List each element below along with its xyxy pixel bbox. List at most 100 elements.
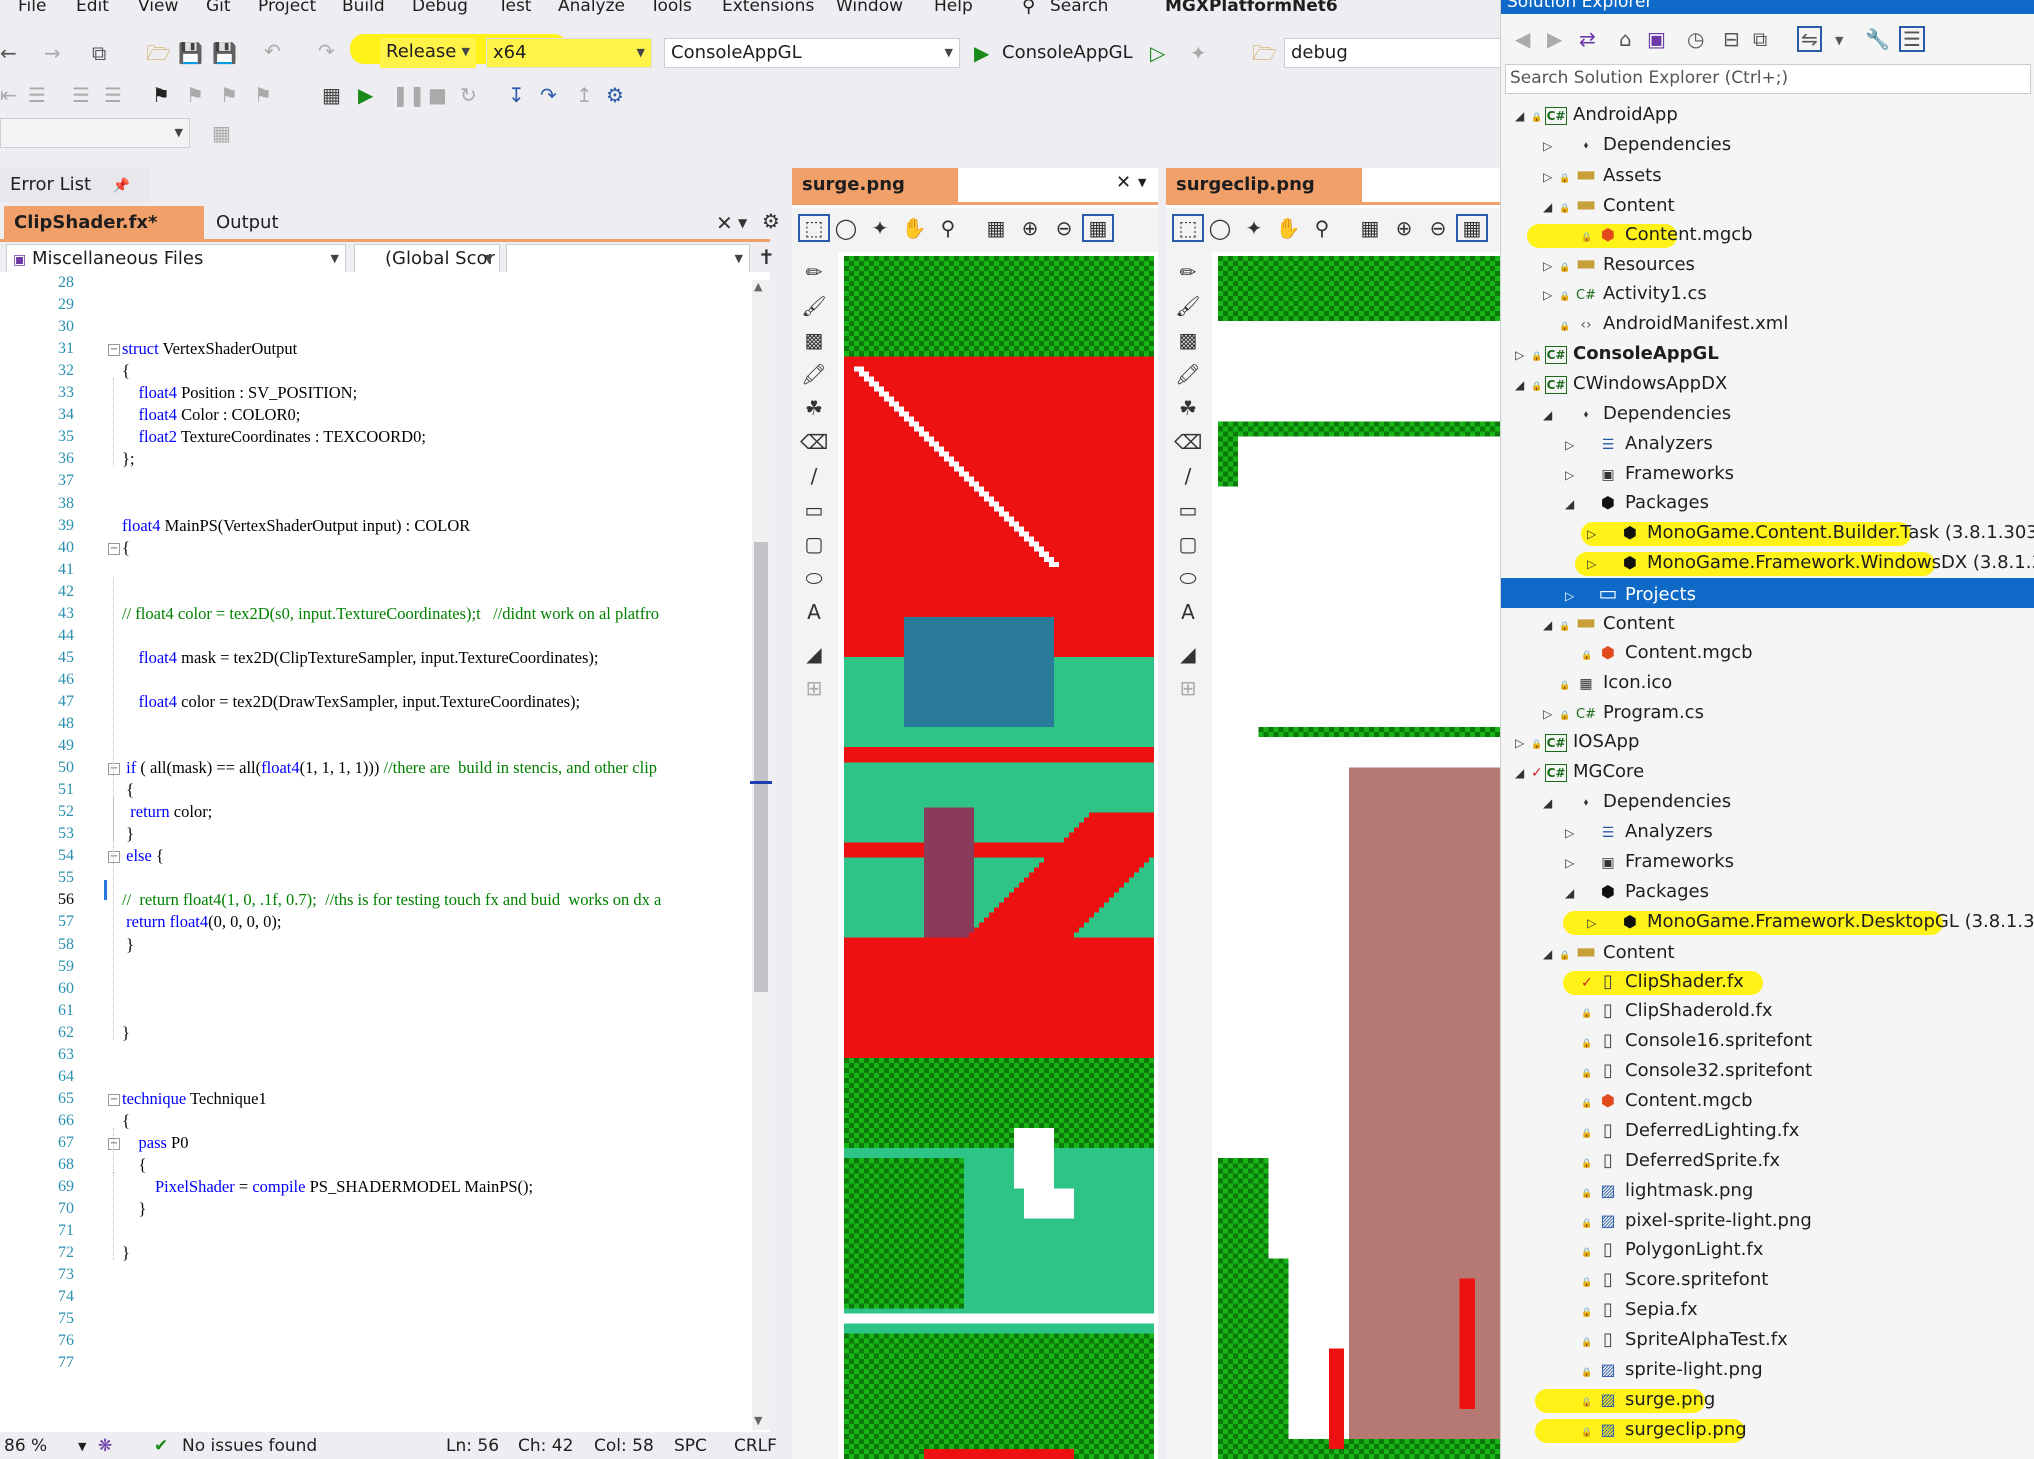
crop-icon[interactable]: ⊞: [800, 676, 828, 700]
tree-node[interactable]: ◢ ⬪ Dependencies: [1501, 787, 2034, 817]
code-line[interactable]: technique Technique1: [122, 1089, 267, 1109]
flip-icon[interactable]: ◢: [1174, 642, 1202, 666]
code-line[interactable]: }: [122, 935, 134, 955]
zoom-fit-icon[interactable]: ▦: [1356, 216, 1384, 240]
scroll-down-icon[interactable]: ▼: [754, 1414, 762, 1427]
home-icon[interactable]: ⌂: [1619, 28, 1632, 50]
collapsed-chevron-icon[interactable]: ▷: [1587, 519, 1603, 549]
line-icon[interactable]: /: [800, 464, 828, 488]
next-bookmark-icon[interactable]: ⚑: [220, 84, 238, 106]
zoom-icon[interactable]: ⚲: [1308, 216, 1336, 240]
tree-node[interactable]: ✓ ▯ ClipShader.fx: [1501, 967, 2034, 997]
code-line[interactable]: }: [122, 1199, 147, 1219]
tree-node[interactable]: 🔒 ▯ ClipShaderold.fx: [1501, 996, 2034, 1026]
tree-node[interactable]: ◢ 🔒 C# AndroidApp: [1501, 100, 2034, 130]
clear-bookmarks-icon[interactable]: ⚑: [254, 84, 272, 106]
menu-item-view[interactable]: View: [138, 0, 178, 16]
menu-item-debug[interactable]: Debug: [412, 0, 468, 16]
eraser-icon[interactable]: ⌫: [800, 430, 828, 454]
close-icon[interactable]: ✕: [1116, 172, 1131, 193]
expanded-chevron-icon[interactable]: ◢: [1543, 939, 1559, 969]
zoom-level[interactable]: 86 %: [4, 1436, 47, 1456]
back-icon[interactable]: ←: [0, 42, 17, 64]
tree-node[interactable]: ◢ ⬢ Packages: [1501, 877, 2034, 907]
tree-node[interactable]: 🔒 ⬢ Content.mgcb: [1501, 220, 2034, 250]
tree-node[interactable]: ▷ ⬪ Dependencies: [1501, 130, 2034, 160]
start-debugging-button[interactable]: ConsoleAppGL: [1002, 42, 1133, 63]
stop-icon[interactable]: ■: [428, 84, 447, 106]
eraser-icon[interactable]: ⌫: [1174, 430, 1202, 454]
brush-icon[interactable]: 🖌: [1174, 294, 1202, 318]
tree-node[interactable]: 🔒 ▨ pixel-sprite-light.png: [1501, 1206, 2034, 1236]
properties-icon[interactable]: 🔧: [1865, 28, 1890, 50]
tree-node[interactable]: ◢ ⬪ Dependencies: [1501, 399, 2034, 429]
split-editor-icon[interactable]: ✝: [758, 246, 775, 268]
pencil-icon[interactable]: ✏: [800, 260, 828, 284]
code-line[interactable]: float4 Position : SV_POSITION;: [122, 383, 358, 403]
tab-surgeclip-png[interactable]: surgeclip.png: [1166, 168, 1362, 202]
collapsed-chevron-icon[interactable]: ▷: [1543, 699, 1559, 729]
hot-reload-icon[interactable]: ✦: [1190, 42, 1207, 64]
layout-icon[interactable]: ▦: [212, 122, 231, 144]
grid-icon[interactable]: ▦: [1082, 214, 1114, 242]
breakpoint-window-icon[interactable]: ▦: [322, 84, 341, 106]
crop-icon[interactable]: ⊞: [1174, 676, 1202, 700]
chevron-down-icon[interactable]: ▼: [738, 212, 747, 234]
tree-node[interactable]: ▷ 🔒 C# Program.cs: [1501, 698, 2034, 728]
code-line[interactable]: float4 color = tex2D(DrawTexSampler, inp…: [122, 692, 581, 712]
rounded-rectangle-icon[interactable]: ▢: [800, 532, 828, 556]
menu-item-test[interactable]: Test: [498, 0, 531, 16]
brush-icon[interactable]: 🖌: [800, 294, 828, 318]
tree-node[interactable]: 🔒 ▨ surge.png: [1501, 1385, 2034, 1415]
tree-node[interactable]: ▷ ⬢ MonoGame.Framework.DesktopGL (3.8.1.30…: [1501, 907, 2034, 937]
expanded-chevron-icon[interactable]: ◢: [1543, 192, 1559, 222]
eyedropper-icon[interactable]: 🖍: [1174, 362, 1202, 386]
zoom-icon[interactable]: ⚲: [934, 216, 962, 240]
tree-node[interactable]: ▷ ▣ Frameworks: [1501, 847, 2034, 877]
tree-node[interactable]: ▷ ⬢ MonoGame.Content.Builder.Task (3.8.1.3…: [1501, 518, 2034, 548]
tree-node[interactable]: ◢ 🔒 ▬ Content: [1501, 190, 2034, 220]
tree-node[interactable]: ▷ 🔒 ▬ Resources: [1501, 249, 2034, 279]
comment-icon[interactable]: ☰: [72, 84, 90, 106]
menu-item-extensions[interactable]: Extensions: [722, 0, 814, 16]
expanded-chevron-icon[interactable]: ◢: [1565, 489, 1581, 519]
fold-toggle-icon[interactable]: −: [108, 851, 120, 864]
step-out-icon[interactable]: ↥: [576, 84, 593, 106]
fill-icon[interactable]: ☘: [1174, 396, 1202, 420]
pause-icon[interactable]: ❚❚: [392, 84, 426, 106]
collapsed-chevron-icon[interactable]: ▷: [1587, 549, 1603, 579]
code-line[interactable]: float4 MainPS(VertexShaderOutput input) …: [122, 516, 470, 536]
menu-item-build[interactable]: Build: [342, 0, 385, 16]
code-line[interactable]: else {: [122, 846, 164, 866]
pan-icon[interactable]: ✋: [1274, 216, 1302, 240]
menu-item-git[interactable]: Git: [206, 0, 231, 16]
scrollbar-thumb[interactable]: [754, 542, 768, 992]
expanded-chevron-icon[interactable]: ◢: [1565, 878, 1581, 908]
expanded-chevron-icon[interactable]: ◢: [1543, 610, 1559, 640]
start-without-debugging-icon[interactable]: ▷: [1150, 42, 1165, 64]
fill-icon[interactable]: ☘: [800, 396, 828, 420]
empty-dropdown[interactable]: ▼: [0, 118, 190, 148]
grid-icon[interactable]: ▦: [1456, 214, 1488, 242]
save-icon[interactable]: 💾: [178, 42, 203, 64]
code-line[interactable]: {: [122, 1155, 147, 1175]
uncomment-icon[interactable]: ☰: [104, 84, 122, 106]
tree-node[interactable]: 🔒 ▯ PolygonLight.fx: [1501, 1235, 2034, 1265]
search-icon[interactable]: ⚲: [1022, 0, 1035, 17]
collapsed-chevron-icon[interactable]: ▷: [1587, 908, 1603, 938]
tab-surge-png[interactable]: surge.png: [792, 168, 958, 202]
chevron-down-icon[interactable]: ▼: [78, 1440, 86, 1453]
text-icon[interactable]: A: [1174, 600, 1202, 624]
pending-changes-icon[interactable]: ◷: [1687, 28, 1704, 50]
expanded-chevron-icon[interactable]: ◢: [1515, 101, 1531, 131]
fold-toggle-icon[interactable]: −: [108, 344, 120, 357]
fold-toggle-icon[interactable]: −: [108, 542, 120, 555]
track-active-icon[interactable]: ⇋: [1797, 26, 1822, 52]
step-over-icon[interactable]: ↷: [540, 84, 557, 106]
surge-image-canvas[interactable]: [844, 256, 1154, 1459]
menu-item-edit[interactable]: Edit: [76, 0, 109, 16]
browse-folder-icon[interactable]: 🗁: [1252, 42, 1277, 64]
tree-node[interactable]: ▷ ☰ Analyzers: [1501, 817, 2034, 847]
forward-icon[interactable]: ▶: [1547, 28, 1562, 50]
tab-output[interactable]: Output: [206, 206, 386, 240]
